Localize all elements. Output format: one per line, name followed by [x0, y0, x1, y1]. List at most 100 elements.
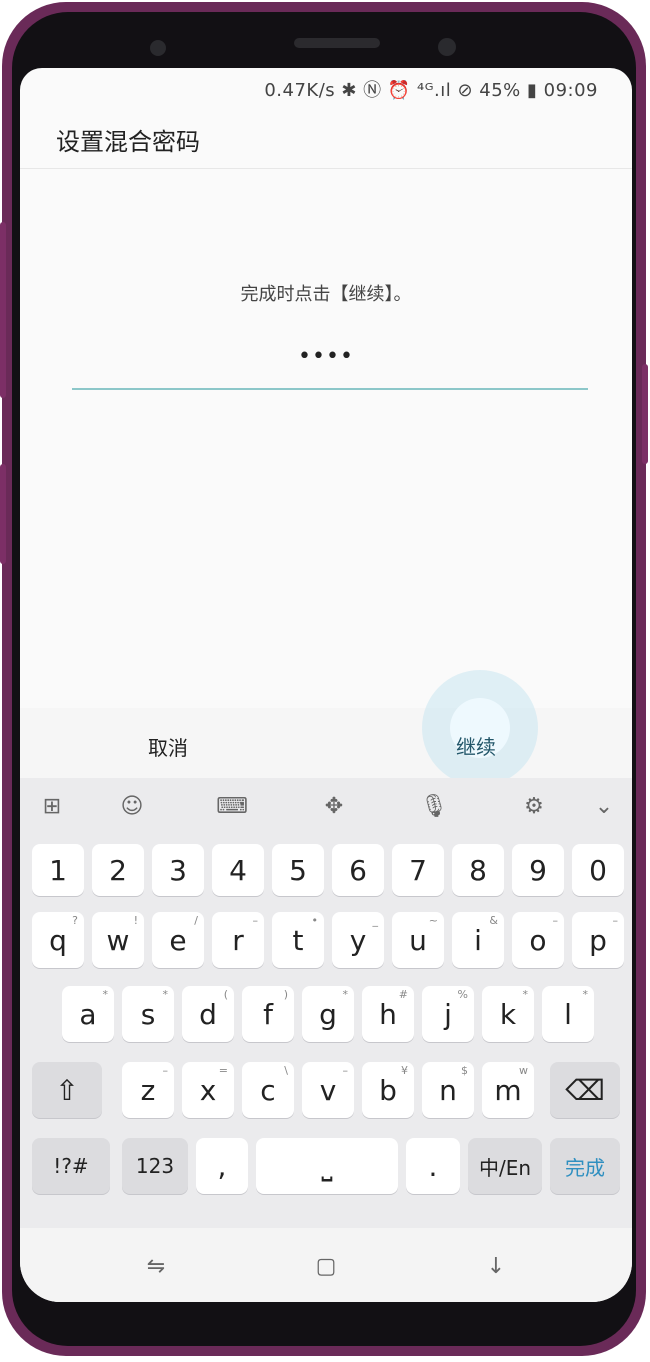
key-q[interactable]: q?	[32, 912, 84, 968]
space-key[interactable]: ⎵	[256, 1138, 398, 1194]
key-label: 3	[169, 853, 187, 887]
key-8[interactable]: 8	[452, 844, 504, 896]
key-d[interactable]: d(	[182, 986, 234, 1042]
key-v[interactable]: v –	[302, 1062, 354, 1118]
key-label: y	[349, 923, 367, 957]
emoji-icon[interactable]: ☺	[114, 790, 150, 822]
password-field[interactable]: ••••	[20, 344, 632, 369]
key-label: q	[49, 923, 67, 957]
key-label: z	[140, 1073, 156, 1107]
period-key[interactable]: .	[406, 1138, 460, 1194]
key-e[interactable]: e /	[152, 912, 204, 968]
key-b[interactable]: b ¥	[362, 1062, 414, 1118]
key-secondary: $	[461, 1064, 468, 1077]
recent-apps-icon[interactable]: ⇋	[136, 1248, 176, 1284]
numbers-key[interactable]: 123	[122, 1138, 188, 1194]
key-2[interactable]: 2	[92, 844, 144, 896]
key-l[interactable]: l *	[542, 986, 594, 1042]
key-label: p	[589, 923, 607, 957]
move-icon[interactable]: ✥	[316, 790, 352, 822]
key-0[interactable]: 0	[572, 844, 624, 896]
key-a[interactable]: a *	[62, 986, 114, 1042]
key-c[interactable]: c \	[242, 1062, 294, 1118]
key-label: o	[529, 923, 547, 957]
back-icon[interactable]: ↓	[476, 1248, 516, 1284]
key-t[interactable]: t •	[272, 912, 324, 968]
key-label: t	[292, 923, 304, 957]
key-s[interactable]: s *	[122, 986, 174, 1042]
key-7[interactable]: 7	[392, 844, 444, 896]
key-k[interactable]: k *	[482, 986, 534, 1042]
key-1[interactable]: 1	[32, 844, 84, 896]
key-label: ⎵	[321, 1149, 333, 1182]
key-secondary: =	[218, 1064, 228, 1077]
key-label: m	[494, 1073, 522, 1107]
key-g[interactable]: g *	[302, 986, 354, 1042]
keyboard-icon[interactable]: ⌨	[214, 790, 250, 822]
phone-frame: 0.47K/s ✱ Ⓝ ⏰ ⁴ᴳ.ıl ⊘ 45% ▮ 09:09 设置混合密码…	[0, 2, 648, 1356]
key-o[interactable]: o –	[512, 912, 564, 968]
key-label: f	[263, 997, 273, 1031]
key-secondary: w	[519, 1064, 528, 1077]
key-4[interactable]: 4	[212, 844, 264, 896]
cancel-button[interactable]: 取消	[148, 732, 188, 761]
sticker-icon[interactable]: ⊞	[34, 790, 70, 822]
backspace-key[interactable]: ⌫	[550, 1062, 620, 1118]
key-secondary: _	[372, 914, 379, 927]
key-x[interactable]: x =	[182, 1062, 234, 1118]
key-5[interactable]: 5	[272, 844, 324, 896]
done-key[interactable]: 完成	[550, 1138, 620, 1194]
key-secondary: \	[284, 1064, 288, 1077]
key-m[interactable]: mw	[482, 1062, 534, 1118]
key-secondary: *	[102, 988, 109, 1001]
key-r[interactable]: r –	[212, 912, 264, 968]
key-label: w	[106, 923, 130, 957]
microphone-icon[interactable]: 🎙	[416, 790, 452, 822]
key-n[interactable]: n $	[422, 1062, 474, 1118]
key-label: k	[499, 997, 517, 1031]
key-secondary: )	[283, 988, 288, 1001]
key-label: u	[409, 923, 427, 957]
key-secondary: ?	[72, 914, 78, 927]
key-z[interactable]: z –	[122, 1062, 174, 1118]
key-u[interactable]: u ~	[392, 912, 444, 968]
key-6[interactable]: 6	[332, 844, 384, 896]
screen: 0.47K/s ✱ Ⓝ ⏰ ⁴ᴳ.ıl ⊘ 45% ▮ 09:09 设置混合密码…	[20, 68, 632, 1302]
keyboard-toolbar: ⊞ ☺ ⌨ ✥ 🎙 ⚙ ⌄	[20, 778, 632, 836]
language-key[interactable]: 中/En	[468, 1138, 542, 1194]
key-label: ⌫	[565, 1073, 605, 1107]
key-label: e	[169, 923, 187, 957]
key-label: x	[199, 1073, 217, 1107]
key-secondary: *	[582, 988, 589, 1001]
key-label: 完成	[565, 1155, 605, 1180]
key-secondary: *	[162, 988, 169, 1001]
key-f[interactable]: f)	[242, 986, 294, 1042]
settings-icon[interactable]: ⚙	[516, 790, 552, 822]
key-label: 中/En	[478, 1155, 532, 1180]
shift-key[interactable]: ⇧	[32, 1062, 102, 1118]
key-label: 5	[289, 853, 307, 887]
chevron-down-icon[interactable]: ⌄	[586, 790, 622, 822]
key-p[interactable]: p –	[572, 912, 624, 968]
symbols-key[interactable]: !?#	[32, 1138, 110, 1194]
earpiece	[294, 38, 380, 48]
key-secondary: %	[457, 988, 468, 1001]
key-y[interactable]: y _	[332, 912, 384, 968]
key-9[interactable]: 9	[512, 844, 564, 896]
key-i[interactable]: i &	[452, 912, 504, 968]
key-label: c	[260, 1073, 276, 1107]
key-w[interactable]: w!	[92, 912, 144, 968]
page-title: 设置混合密码	[56, 128, 200, 156]
key-j[interactable]: j%	[422, 986, 474, 1042]
comma-key[interactable]: ,	[196, 1138, 248, 1194]
home-icon[interactable]: ▢	[306, 1248, 346, 1284]
keyboard: ⊞ ☺ ⌨ ✥ 🎙 ⚙ ⌄ 1 2 3 4 5 6 7 8 9 0 q? w! e / r – t • y _ u ~ i & o – p – a *…	[20, 778, 632, 1238]
key-h[interactable]: h #	[362, 986, 414, 1042]
key-secondary: –	[612, 914, 619, 927]
key-secondary: /	[194, 914, 198, 927]
key-label: 8	[469, 853, 487, 887]
key-secondary: #	[398, 988, 408, 1001]
action-bar: 取消	[20, 708, 632, 778]
continue-button[interactable]: 继续	[456, 731, 496, 760]
key-3[interactable]: 3	[152, 844, 204, 896]
